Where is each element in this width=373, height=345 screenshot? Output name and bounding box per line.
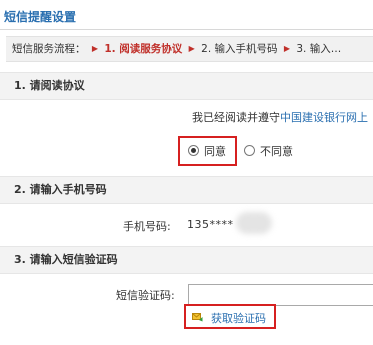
flow-breadcrumb: 短信服务流程： ▶ 1. 阅读服务协议 ▶ 2. 输入手机号码 ▶ 3. 输入…: [6, 36, 373, 62]
title-divider: [0, 29, 373, 30]
flow-label: 短信服务流程：: [12, 43, 86, 55]
triangle-right-icon: ▶: [283, 44, 290, 53]
section-heading-text: 2. 请输入手机号码: [14, 183, 107, 196]
section-heading-phone: 2. 请输入手机号码: [0, 176, 373, 204]
section-heading-code: 3. 请输入短信验证码: [0, 246, 373, 274]
phone-label: 手机号码:: [123, 220, 171, 233]
page-title: 短信提醒设置: [4, 10, 77, 24]
get-code-label: 获取验证码: [211, 312, 266, 325]
get-code-button[interactable]: 获取验证码: [184, 304, 276, 329]
redacted-region: [236, 212, 272, 234]
section-heading-text: 1. 请阅读协议: [14, 79, 85, 92]
agreement-prefix: 我已经阅读并遵守: [192, 111, 280, 124]
send-icon: [192, 313, 203, 322]
phone-value: 135****: [187, 218, 234, 231]
code-label: 短信验证码:: [116, 289, 175, 302]
radio-disagree[interactable]: [244, 145, 255, 156]
agreement-link[interactable]: 中国建设银行网上: [280, 111, 368, 124]
flow-step-3: 3. 输入…: [296, 43, 342, 55]
radio-agree-label[interactable]: 同意: [204, 143, 226, 159]
section-heading-agreement: 1. 请阅读协议: [0, 72, 373, 100]
code-input[interactable]: [188, 284, 373, 306]
agreement-statement: 我已经阅读并遵守中国建设银行网上: [192, 109, 368, 125]
section-heading-text: 3. 请输入短信验证码: [14, 253, 118, 266]
radio-disagree-label[interactable]: 不同意: [260, 143, 293, 159]
triangle-right-icon: ▶: [91, 44, 98, 53]
radio-agree[interactable]: [188, 145, 199, 156]
flow-step-1: 1. 阅读服务协议: [104, 43, 183, 55]
triangle-right-icon: ▶: [188, 44, 195, 53]
flow-step-2: 2. 输入手机号码: [201, 43, 278, 55]
